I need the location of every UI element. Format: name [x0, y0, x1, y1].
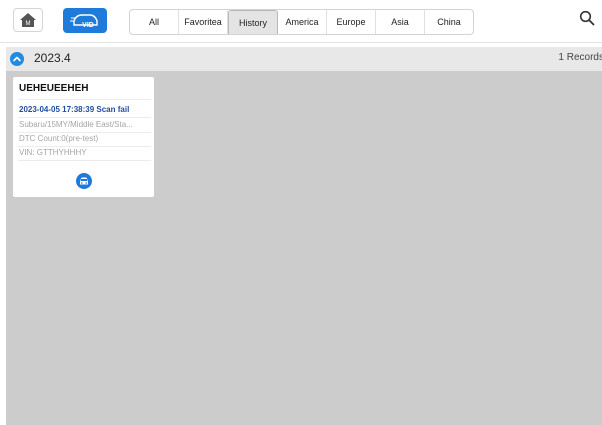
home-icon: M [20, 13, 36, 27]
dtc-count: DTC Count:0(pre-test) [19, 134, 99, 143]
card-title: UEHEUEEHEH [19, 83, 89, 94]
svg-text:VID: VID [82, 22, 94, 29]
search-icon[interactable] [579, 10, 595, 26]
vin-info: VIN: GTTHYHHHY [19, 148, 87, 157]
region-tabs: All Favoritea History America Europe Asi… [129, 9, 474, 35]
home-button[interactable]: M [13, 8, 43, 32]
vid-car-icon: VID [70, 13, 98, 29]
car-icon [80, 177, 88, 185]
divider [18, 99, 151, 100]
divider [18, 132, 151, 133]
svg-text:M: M [26, 21, 31, 27]
tab-europe[interactable]: Europe [327, 10, 376, 34]
group-header[interactable]: 2023.4 1 Records [6, 47, 602, 71]
chevron-up-icon [13, 56, 21, 62]
tab-china[interactable]: China [425, 10, 473, 34]
history-record-card[interactable]: UEHEUEEHEH 2023-04-05 17:38:39 Scan fail… [13, 77, 154, 197]
tab-america[interactable]: America [278, 10, 327, 34]
records-count: 1 Records [558, 52, 602, 63]
top-toolbar: M VID All Favoritea History America Euro… [0, 0, 602, 43]
tab-asia[interactable]: Asia [376, 10, 425, 34]
tab-favorites[interactable]: Favoritea [179, 10, 228, 34]
history-content: 2023.4 1 Records UEHEUEEHEH 2023-04-05 1… [6, 47, 602, 425]
vehicle-info: Subaru/15MY/Middle East/Sta... [19, 120, 133, 129]
scan-status: 2023-04-05 17:38:39 Scan fail [19, 105, 130, 114]
vid-button[interactable]: VID [63, 8, 107, 33]
tab-history[interactable]: History [228, 10, 278, 34]
tab-all[interactable]: All [130, 10, 179, 34]
divider [18, 117, 151, 118]
divider [18, 146, 151, 147]
divider [18, 160, 151, 161]
group-title: 2023.4 [34, 51, 71, 65]
car-action-button[interactable] [76, 173, 92, 189]
collapse-button[interactable] [10, 52, 24, 66]
